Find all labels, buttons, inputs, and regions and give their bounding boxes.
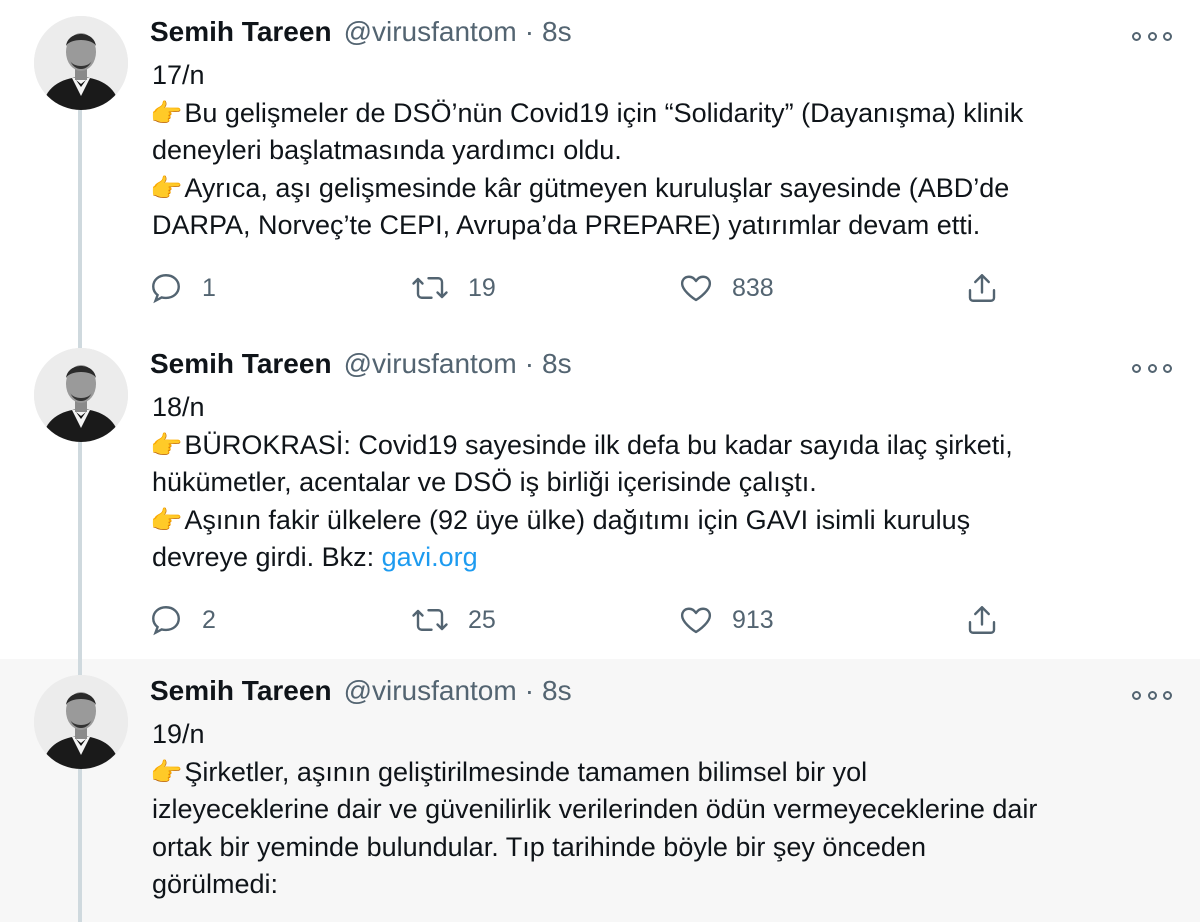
tweet-header: Semih Tareen @virusfantom · 8s [150, 675, 572, 715]
share-icon [968, 274, 996, 302]
tweet-text-line: 👉Ayrıca, aşı gelişmesinde kâr gütmeyen k… [150, 172, 1010, 203]
pointing-hand-icon: 👉 [150, 429, 183, 460]
more-options-icon[interactable] [1132, 685, 1172, 705]
tweet-actions: 2 25 913 [148, 600, 1028, 640]
reply-icon [152, 274, 180, 304]
like-count: 913 [732, 605, 774, 634]
tweet-19[interactable]: Semih Tareen @virusfantom · 8s 19/n 👉Şir… [0, 659, 1200, 922]
more-options-icon[interactable] [1132, 26, 1172, 46]
tweet-text: 18/n 👉BÜROKRASİ: Covid19 sayesinde ilk d… [150, 389, 1180, 577]
retweet-count: 19 [468, 273, 496, 302]
retweet-icon [412, 609, 448, 631]
thread-connector-line [78, 659, 82, 675]
reply-button[interactable]: 1 [148, 268, 216, 308]
reply-icon [152, 606, 180, 636]
tweet-text: 17/n 👉Bu gelişmeler de DSÖ’nün Covid19 i… [150, 57, 1180, 245]
tweet-text-line: izleyeceklerine dair ve güvenilirlik ver… [152, 794, 1038, 824]
pointing-hand-icon: 👉 [150, 756, 183, 787]
like-button[interactable]: 913 [678, 600, 774, 640]
author-handle[interactable]: @virusfantom [344, 16, 517, 48]
tweet-text: 19/n 👉Şirketler, aşının geliştirilmesind… [150, 716, 1180, 904]
thread-connector-line [78, 442, 82, 659]
retweet-button[interactable]: 25 [410, 600, 496, 640]
share-button[interactable] [964, 600, 1000, 640]
author-handle[interactable]: @virusfantom [344, 348, 517, 380]
reply-count: 1 [202, 273, 216, 302]
tweet-text-line: deneyleri başlatmasında yardımcı oldu. [152, 135, 622, 165]
pointing-hand-icon: 👉 [150, 172, 183, 203]
share-icon [968, 606, 996, 634]
tweet-text-line: DARPA, Norveç’te CEPI, Avrupa’da PREPARE… [152, 210, 981, 240]
tweet-text-line: görülmedi: [152, 869, 279, 899]
separator-dot: · [524, 675, 535, 706]
thread-connector-line [78, 332, 82, 348]
pointing-hand-icon: 👉 [150, 504, 183, 535]
tweet-18[interactable]: Semih Tareen @virusfantom · 8s 18/n 👉BÜR… [0, 332, 1200, 659]
like-button[interactable]: 838 [678, 268, 774, 308]
separator-dot: · [524, 16, 535, 47]
tweet-text-line: ortak bir yeminde bulundular. Tıp tarihi… [152, 831, 926, 862]
tweet-text-line: 👉Bu gelişmeler de DSÖ’nün Covid19 için “… [150, 97, 1024, 128]
tweet-text-line: 👉Şirketler, aşının geliştirilmesinde tam… [150, 756, 868, 787]
timestamp[interactable]: 8s [542, 675, 572, 707]
tweet-thread: Semih Tareen @virusfantom · 8s 17/n 👉Bu … [0, 0, 1200, 922]
heart-icon [680, 607, 712, 634]
separator-dot: · [524, 348, 535, 379]
author-name[interactable]: Semih Tareen [150, 675, 332, 707]
author-name[interactable]: Semih Tareen [150, 348, 332, 380]
tweet-header: Semih Tareen @virusfantom · 8s [150, 348, 572, 388]
tweet-actions: 1 19 838 [148, 268, 1028, 308]
tweet-text-line: 18/n [152, 392, 205, 422]
avatar[interactable] [34, 16, 128, 110]
author-handle[interactable]: @virusfantom [344, 675, 517, 707]
tweet-text-line: 👉Aşının fakir ülkelere (92 üye ülke) dağ… [150, 504, 971, 535]
thread-connector-line [78, 769, 82, 922]
timestamp[interactable]: 8s [542, 348, 572, 380]
tweet-text-line: devreye girdi. Bkz: gavi.org [152, 542, 478, 572]
retweet-button[interactable]: 19 [410, 268, 496, 308]
gavi-link[interactable]: gavi.org [382, 542, 478, 572]
tweet-text-line: 👉BÜROKRASİ: Covid19 sayesinde ilk defa b… [150, 429, 1013, 460]
tweet-header: Semih Tareen @virusfantom · 8s [150, 16, 572, 56]
tweet-text-line: hükümetler, acentalar ve DSÖ iş birliği … [152, 467, 817, 497]
avatar[interactable] [34, 348, 128, 442]
like-count: 838 [732, 273, 774, 302]
retweet-icon [412, 277, 448, 299]
tweet-text-line: 19/n [152, 719, 205, 749]
retweet-count: 25 [468, 605, 496, 634]
avatar[interactable] [34, 675, 128, 769]
reply-button[interactable]: 2 [148, 600, 216, 640]
pointing-hand-icon: 👉 [150, 97, 183, 128]
timestamp[interactable]: 8s [542, 16, 572, 48]
reply-count: 2 [202, 605, 216, 634]
more-options-icon[interactable] [1132, 358, 1172, 378]
author-name[interactable]: Semih Tareen [150, 16, 332, 48]
tweet-17[interactable]: Semih Tareen @virusfantom · 8s 17/n 👉Bu … [0, 0, 1200, 332]
heart-icon [680, 275, 712, 302]
share-button[interactable] [964, 268, 1000, 308]
thread-connector-line [78, 110, 82, 332]
tweet-text-line: 17/n [152, 60, 205, 90]
